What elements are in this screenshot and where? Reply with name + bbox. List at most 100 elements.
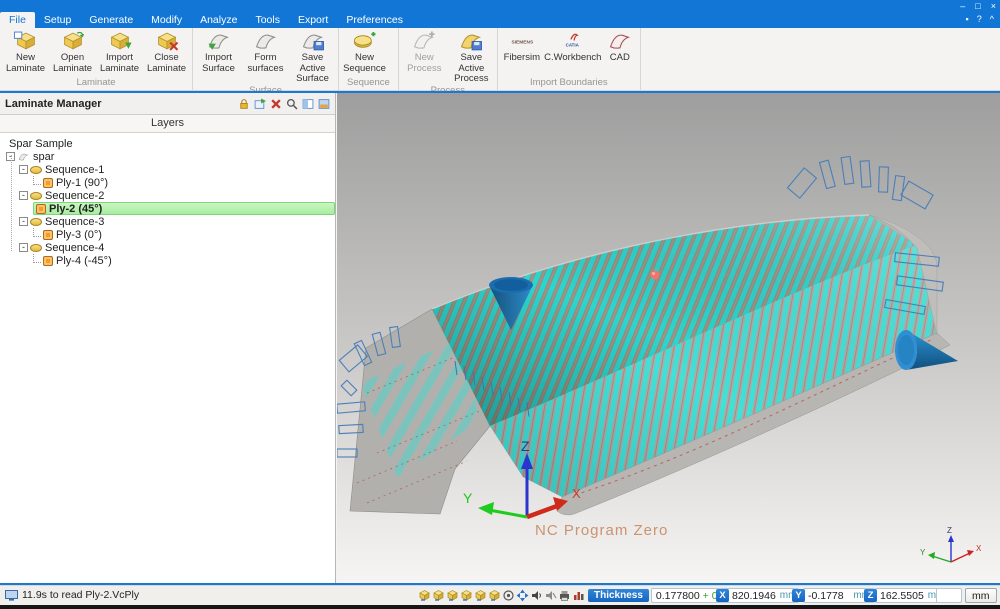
- ribbon-toolbar: New Laminate Open Laminate Import Lamina…: [0, 28, 1000, 91]
- menu-export[interactable]: Export: [289, 12, 337, 28]
- ply-view-icon-6[interactable]: [488, 589, 501, 602]
- expander-icon[interactable]: -: [19, 243, 28, 252]
- form-surfaces-button[interactable]: Form surfaces: [242, 29, 289, 74]
- viewport-3d[interactable]: Z Y X NC Program Zero Z Y X: [337, 93, 1000, 583]
- tree-item-sequence-3[interactable]: - Sequence-3: [0, 215, 335, 228]
- selected-row-highlight: Ply-2 (45°): [33, 202, 335, 215]
- close-laminate-button[interactable]: Close Laminate: [143, 29, 190, 74]
- import-laminate-icon: [107, 31, 133, 52]
- tree-label: Sequence-3: [42, 216, 104, 228]
- close-button[interactable]: ×: [991, 1, 996, 11]
- expander-icon[interactable]: -: [19, 217, 28, 226]
- print-icon[interactable]: [558, 589, 571, 602]
- coordinate-z-group: Z 162.5505 mm: [864, 588, 947, 603]
- mini-axis-z-label: Z: [947, 526, 952, 535]
- tree-item-sequence-4[interactable]: - Sequence-4: [0, 241, 335, 254]
- tree-label: Sequence-1: [42, 164, 104, 176]
- open-laminate-button[interactable]: Open Laminate: [49, 29, 96, 74]
- new-laminate-icon: [13, 31, 39, 52]
- tree-item-spar-sample[interactable]: Spar Sample: [0, 137, 335, 150]
- fibersim-label: Fibersim: [504, 53, 540, 64]
- unit-input-field[interactable]: [936, 588, 962, 603]
- help-icon[interactable]: ?: [977, 14, 982, 24]
- svg-text:CATIA: CATIA: [565, 43, 579, 48]
- menu-modify[interactable]: Modify: [142, 12, 191, 28]
- ply-view-icon-4[interactable]: [460, 589, 473, 602]
- maximize-button[interactable]: □: [975, 1, 980, 11]
- sound-off-icon[interactable]: [544, 589, 557, 602]
- save-active-surface-icon: [300, 31, 326, 52]
- close-panel-icon[interactable]: [270, 98, 282, 110]
- tree-label: Ply-4 (-45°): [53, 255, 112, 267]
- tree-label: Ply-1 (90°): [53, 177, 108, 189]
- axis-y-label: Y: [463, 490, 473, 506]
- fibersim-button[interactable]: SIEMENS Fibersim: [500, 29, 544, 64]
- open-laminate-icon: [60, 31, 86, 52]
- lock-icon[interactable]: [238, 98, 250, 110]
- tree-guide-line: [11, 155, 12, 251]
- tree-label: Sequence-4: [42, 242, 104, 254]
- ribbon-group-sequence-label: Sequence: [341, 77, 396, 90]
- tree-item-ply-2-selected[interactable]: Ply-2 (45°): [0, 202, 335, 215]
- unit-selector-button[interactable]: mm: [965, 588, 997, 603]
- cworkbench-label: C.Workbench: [544, 53, 601, 64]
- menu-tools[interactable]: Tools: [246, 12, 289, 28]
- import-surface-label: Import Surface: [195, 53, 242, 74]
- ribbon-group-import-boundaries-label: Import Boundaries: [500, 77, 638, 90]
- ply-view-icon-2[interactable]: [432, 589, 445, 602]
- save-active-surface-label: Save Active Surface: [289, 53, 336, 85]
- expander-icon[interactable]: -: [19, 165, 28, 174]
- sound-on-icon[interactable]: [530, 589, 543, 602]
- tree-connector: [33, 228, 41, 237]
- menu-setup[interactable]: Setup: [35, 12, 80, 28]
- x-value: 820.1946: [732, 590, 776, 602]
- ply-view-icon-1[interactable]: [418, 589, 431, 602]
- snapshot-panel-icon[interactable]: [318, 98, 330, 110]
- form-surfaces-label: Form surfaces: [242, 53, 289, 74]
- tree-label: Ply-3 (0°): [53, 229, 102, 241]
- import-surface-button[interactable]: Import Surface: [195, 29, 242, 74]
- menu-analyze[interactable]: Analyze: [191, 12, 246, 28]
- ply-view-icon-3[interactable]: [446, 589, 459, 602]
- tree-item-ply-3[interactable]: Ply-3 (0°): [0, 228, 335, 241]
- refresh-view-icon[interactable]: [254, 98, 266, 110]
- save-active-surface-button[interactable]: Save Active Surface: [289, 29, 336, 85]
- cad-label: CAD: [610, 53, 630, 64]
- menu-preferences[interactable]: Preferences: [337, 12, 412, 28]
- tree-item-ply-4[interactable]: Ply-4 (-45°): [0, 254, 335, 267]
- laminate-tree: Spar Sample - spar - Sequence-1 Ply-1 (9…: [0, 133, 335, 267]
- cworkbench-button[interactable]: CATIA C.Workbench: [544, 29, 602, 64]
- menu-generate[interactable]: Generate: [80, 12, 142, 28]
- ply-view-icon-5[interactable]: [474, 589, 487, 602]
- x-coordinate-field[interactable]: 820.1946 mm: [727, 588, 799, 603]
- layers-column-header[interactable]: Layers: [0, 115, 335, 133]
- tree-item-ply-1[interactable]: Ply-1 (90°): [0, 176, 335, 189]
- split-view-icon[interactable]: [302, 98, 314, 110]
- status-icon-strip: [418, 589, 585, 602]
- menu-file[interactable]: File: [0, 12, 35, 28]
- new-process-button[interactable]: New Process: [401, 29, 448, 74]
- new-sequence-button[interactable]: New Sequence: [341, 29, 388, 74]
- pin-ribbon-icon[interactable]: ▪: [966, 14, 969, 24]
- open-laminate-label: Open Laminate: [49, 53, 96, 74]
- search-icon[interactable]: [286, 98, 298, 110]
- tree-label: spar: [30, 151, 54, 163]
- new-laminate-button[interactable]: New Laminate: [2, 29, 49, 74]
- tree-item-sequence-2[interactable]: - Sequence-2: [0, 189, 335, 202]
- new-laminate-label: New Laminate: [2, 53, 49, 74]
- tree-item-sequence-1[interactable]: - Sequence-1: [0, 163, 335, 176]
- minimize-button[interactable]: –: [960, 1, 965, 11]
- visibility-icon[interactable]: [502, 589, 515, 602]
- fit-view-icon[interactable]: [516, 589, 529, 602]
- import-laminate-button[interactable]: Import Laminate: [96, 29, 143, 74]
- cad-button[interactable]: CAD: [602, 29, 638, 64]
- status-bar: 11.9s to read Ply-2.VcPly Thickness 0.17…: [0, 585, 1000, 605]
- z-axis-badge: Z: [864, 589, 877, 602]
- tree-item-spar[interactable]: - spar: [0, 150, 335, 163]
- save-active-process-button[interactable]: Save Active Process: [448, 29, 495, 85]
- expander-icon[interactable]: -: [19, 191, 28, 200]
- import-surface-icon: [206, 31, 232, 52]
- collapse-ribbon-icon[interactable]: ^: [990, 14, 994, 24]
- report-icon[interactable]: [572, 589, 585, 602]
- ribbon-group-surface: Import Surface Form surfaces Save Active…: [193, 28, 339, 90]
